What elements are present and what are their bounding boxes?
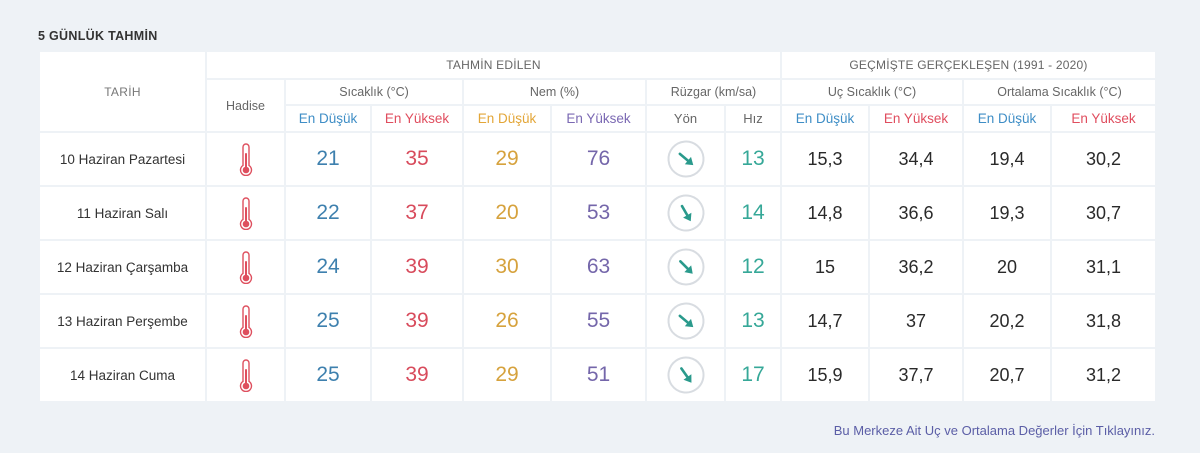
average-temp-min: 19,4 xyxy=(964,133,1050,185)
average-temp-max: 31,8 xyxy=(1052,295,1155,347)
event-cell xyxy=(207,295,284,347)
average-temp-min: 20,7 xyxy=(964,349,1050,401)
extreme-temp-max: 34,4 xyxy=(870,133,962,185)
extreme-temp-max: 36,2 xyxy=(870,241,962,293)
average-temp-min: 19,3 xyxy=(964,187,1050,239)
humidity-min: 29 xyxy=(464,349,550,401)
header-date: TARİH xyxy=(40,52,205,131)
header-extreme-temperature: Uç Sıcaklık (°C) xyxy=(782,80,962,104)
temp-max: 35 xyxy=(372,133,462,185)
wind-direction-icon xyxy=(659,349,712,401)
header-forecast-group: TAHMİN EDİLEN xyxy=(207,52,780,78)
average-temp-min: 20 xyxy=(964,241,1050,293)
wind-direction-cell xyxy=(647,187,724,239)
event-cell xyxy=(207,241,284,293)
station-records-link[interactable]: Bu Merkeze Ait Uç ve Ortalama Değerler İ… xyxy=(834,423,1155,438)
date-cell: 14 Haziran Cuma xyxy=(40,349,205,401)
header-humidity-max: En Yüksek xyxy=(552,106,645,131)
date-cell: 10 Haziran Pazartesi xyxy=(40,133,205,185)
humidity-max: 55 xyxy=(552,295,645,347)
header-history-group: GEÇMİŞTE GERÇEKLEŞEN (1991 - 2020) xyxy=(782,52,1155,78)
humidity-max: 76 xyxy=(552,133,645,185)
header-average-max: En Yüksek xyxy=(1052,106,1155,131)
extreme-temp-min: 15,3 xyxy=(782,133,868,185)
temp-min: 25 xyxy=(286,295,370,347)
wind-speed: 14 xyxy=(726,187,780,239)
average-temp-max: 31,1 xyxy=(1052,241,1155,293)
temp-max: 39 xyxy=(372,295,462,347)
humidity-min: 20 xyxy=(464,187,550,239)
header-extreme-min: En Düşük xyxy=(782,106,868,131)
wind-direction-icon xyxy=(659,295,713,347)
extreme-temp-min: 15,9 xyxy=(782,349,868,401)
wind-speed: 17 xyxy=(726,349,780,401)
average-temp-max: 31,2 xyxy=(1052,349,1155,401)
header-temp-min: En Düşük xyxy=(286,106,370,131)
temp-max: 39 xyxy=(372,349,462,401)
humidity-min: 26 xyxy=(464,295,550,347)
humidity-min: 29 xyxy=(464,133,550,185)
temp-min: 24 xyxy=(286,241,370,293)
extreme-temp-min: 15 xyxy=(782,241,868,293)
date-cell: 11 Haziran Salı xyxy=(40,187,205,239)
thermometer-icon xyxy=(239,358,253,392)
wind-speed: 13 xyxy=(726,295,780,347)
wind-speed: 13 xyxy=(726,133,780,185)
temp-min: 22 xyxy=(286,187,370,239)
event-cell xyxy=(207,187,284,239)
header-wind-direction: Yön xyxy=(647,106,724,131)
section-title: 5 GÜNLÜK TAHMİN xyxy=(38,29,158,43)
event-cell xyxy=(207,349,284,401)
extreme-temp-max: 37,7 xyxy=(870,349,962,401)
temp-max: 39 xyxy=(372,241,462,293)
header-average-temperature: Ortalama Sıcaklık (°C) xyxy=(964,80,1155,104)
wind-direction-cell xyxy=(647,241,724,293)
thermometer-icon xyxy=(239,304,253,338)
extreme-temp-max: 36,6 xyxy=(870,187,962,239)
wind-direction-icon xyxy=(659,241,713,293)
wind-direction-cell xyxy=(647,133,724,185)
wind-direction-icon xyxy=(659,133,713,185)
thermometer-icon xyxy=(239,142,253,176)
wind-direction-cell xyxy=(647,349,724,401)
thermometer-icon xyxy=(239,250,253,284)
humidity-max: 51 xyxy=(552,349,645,401)
header-humidity-min: En Düşük xyxy=(464,106,550,131)
header-wind: Rüzgar (km/sa) xyxy=(647,80,780,104)
thermometer-icon xyxy=(239,196,253,230)
header-extreme-max: En Yüksek xyxy=(870,106,962,131)
extreme-temp-max: 37 xyxy=(870,295,962,347)
extreme-temp-min: 14,8 xyxy=(782,187,868,239)
wind-speed: 12 xyxy=(726,241,780,293)
temp-min: 25 xyxy=(286,349,370,401)
wind-direction-icon xyxy=(660,187,712,239)
humidity-max: 53 xyxy=(552,187,645,239)
header-temperature: Sıcaklık (°C) xyxy=(286,80,462,104)
header-event: Hadise xyxy=(207,80,284,131)
header-average-min: En Düşük xyxy=(964,106,1050,131)
average-temp-max: 30,7 xyxy=(1052,187,1155,239)
wind-direction-cell xyxy=(647,295,724,347)
date-cell: 12 Haziran Çarşamba xyxy=(40,241,205,293)
header-wind-speed: Hız xyxy=(726,106,780,131)
header-temp-max: En Yüksek xyxy=(372,106,462,131)
date-cell: 13 Haziran Perşembe xyxy=(40,295,205,347)
extreme-temp-min: 14,7 xyxy=(782,295,868,347)
average-temp-min: 20,2 xyxy=(964,295,1050,347)
humidity-min: 30 xyxy=(464,241,550,293)
forecast-table: TARİH TAHMİN EDİLEN GEÇMİŞTE GERÇEKLEŞEN… xyxy=(40,52,1155,401)
header-humidity: Nem (%) xyxy=(464,80,645,104)
event-cell xyxy=(207,133,284,185)
average-temp-max: 30,2 xyxy=(1052,133,1155,185)
temp-max: 37 xyxy=(372,187,462,239)
temp-min: 21 xyxy=(286,133,370,185)
humidity-max: 63 xyxy=(552,241,645,293)
